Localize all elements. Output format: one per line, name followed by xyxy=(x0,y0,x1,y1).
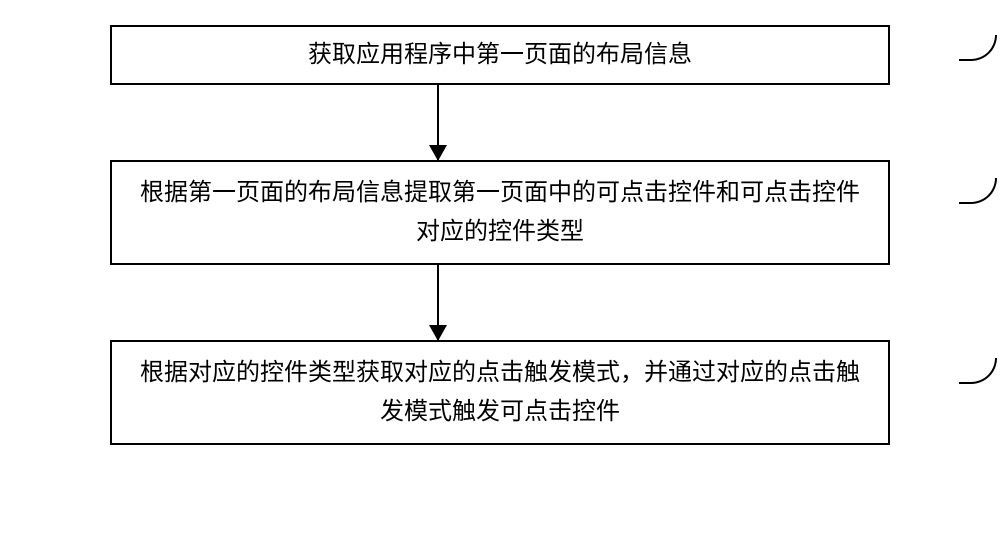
step-box: 根据第一页面的布局信息提取第一页面中的可点击控件和可点击控件对应的控件类型 xyxy=(110,160,890,265)
connector-curve xyxy=(959,178,997,204)
flowchart-arrow xyxy=(0,85,960,160)
step-box: 获取应用程序中第一页面的布局信息 xyxy=(110,25,890,85)
step-text: 获取应用程序中第一页面的布局信息 xyxy=(308,36,692,74)
flowchart-step-1: 获取应用程序中第一页面的布局信息 S101 xyxy=(40,25,960,85)
flowchart-step-2: 根据第一页面的布局信息提取第一页面中的可点击控件和可点击控件对应的控件类型 S1… xyxy=(40,160,960,265)
connector-curve xyxy=(959,35,997,61)
arrow-head-icon xyxy=(429,325,447,341)
arrow-head-icon xyxy=(429,145,447,161)
step-text: 根据第一页面的布局信息提取第一页面中的可点击控件和可点击控件对应的控件类型 xyxy=(132,174,868,251)
flowchart-arrow xyxy=(0,265,960,340)
flowchart-diagram: 获取应用程序中第一页面的布局信息 S101 根据第一页面的布局信息提取第一页面中… xyxy=(0,0,1000,538)
step-text: 根据对应的控件类型获取对应的点击触发模式，并通过对应的点击触发模式触发可点击控件 xyxy=(132,354,868,431)
connector-curve xyxy=(959,358,997,384)
step-box: 根据对应的控件类型获取对应的点击触发模式，并通过对应的点击触发模式触发可点击控件 xyxy=(110,340,890,445)
flowchart-step-3: 根据对应的控件类型获取对应的点击触发模式，并通过对应的点击触发模式触发可点击控件… xyxy=(40,340,960,445)
